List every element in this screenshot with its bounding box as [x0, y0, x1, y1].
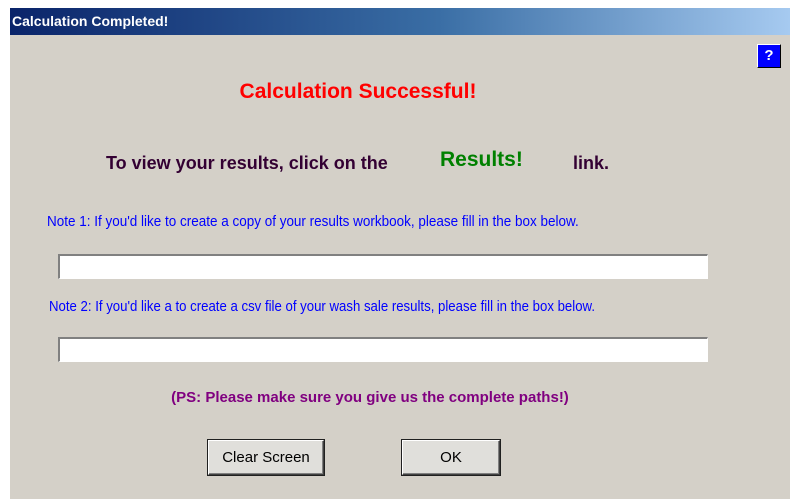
instruction-prefix: To view your results, click on the [106, 153, 388, 173]
window-title: Calculation Completed! [12, 13, 169, 29]
clear-screen-button[interactable]: Clear Screen [208, 440, 324, 475]
success-heading: Calculation Successful! [239, 80, 477, 103]
ok-button[interactable]: OK [402, 440, 500, 475]
copy-workbook-path-input[interactable] [58, 254, 708, 279]
title-bar[interactable]: Calculation Completed! [10, 8, 790, 35]
results-link[interactable]: Results! [440, 148, 523, 172]
note-2-label: Note 2: If you'd like a to create a csv … [49, 299, 595, 315]
instruction-suffix: link. [573, 153, 610, 173]
help-button[interactable]: ? [757, 44, 781, 68]
note-1-label: Note 1: If you'd like to create a copy o… [47, 214, 579, 230]
ps-note: (PS: Please make sure you give us the co… [171, 389, 569, 406]
csv-file-path-input[interactable] [58, 337, 708, 362]
calculation-completed-dialog: Calculation Completed! ? Calculation Suc… [10, 8, 790, 499]
